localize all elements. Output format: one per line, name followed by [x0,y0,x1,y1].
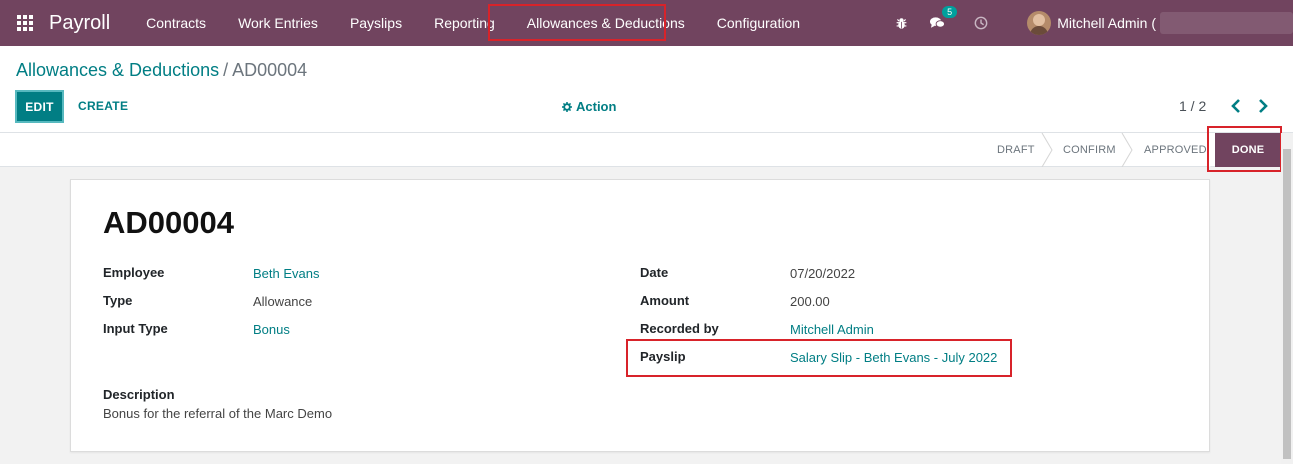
gear-icon [562,101,572,112]
top-navbar: Payroll Contracts Work Entries Payslips … [0,0,1293,46]
status-bar: DRAFT CONFIRM APPROVED DONE [0,133,1281,167]
stage-done[interactable]: DONE [1215,133,1281,167]
amount-value: 200.00 [790,294,830,309]
app-title[interactable]: Payroll [49,12,110,35]
menu-allowances-deductions[interactable]: Allowances & Deductions [511,0,701,46]
menu-contracts[interactable]: Contracts [130,0,222,46]
user-avatar[interactable] [1027,11,1052,35]
user-company-redacted [1160,12,1293,34]
description-label: Description [103,387,175,402]
stage-separator [1041,133,1053,167]
action-label: Action [576,99,617,114]
user-name[interactable]: Mitchell Admin ( [1057,15,1156,31]
date-value: 07/20/2022 [790,266,856,281]
menu-reporting[interactable]: Reporting [418,0,511,46]
menu-payslips[interactable]: Payslips [334,0,418,46]
control-panel: Allowances & Deductions / AD00004 EDIT CRE… [0,46,1293,133]
clock-icon[interactable] [973,15,989,31]
record-sheet: AD00004 Employee Beth Evans Type Allowan… [70,179,1210,452]
chat-icon[interactable]: 5 [929,6,958,31]
menu-configuration[interactable]: Configuration [701,0,816,46]
bug-icon[interactable] [893,15,909,31]
create-button[interactable]: CREATE [78,99,128,113]
employee-label: Employee [103,265,165,280]
scrollbar[interactable] [1281,133,1293,464]
payslip-value[interactable]: Salary Slip - Beth Evans - July 2022 [790,350,997,365]
stage-draft[interactable]: DRAFT [997,133,1035,167]
breadcrumb-separator: / [223,60,229,80]
recorded-by-value[interactable]: Mitchell Admin [790,322,874,337]
chevron-right-icon[interactable] [1256,98,1270,114]
action-menu-button[interactable]: Action [562,99,616,114]
date-label: Date [640,265,669,280]
stage-approved[interactable]: APPROVED [1144,133,1207,167]
chevron-left-icon[interactable] [1229,98,1243,114]
pager-value[interactable]: 1 / 2 [1179,98,1206,114]
record-title: AD00004 [103,205,234,240]
breadcrumb: Allowances & Deductions / AD00004 [16,60,307,81]
input-type-label: Input Type [103,321,168,336]
stage-confirm[interactable]: CONFIRM [1063,133,1116,167]
employee-value[interactable]: Beth Evans [253,266,320,281]
messages-count-badge: 5 [942,6,958,18]
type-value: Allowance [253,294,313,309]
description-value: Bonus for the referral of the Marc Demo [103,406,333,421]
breadcrumb-current: AD00004 [232,60,308,80]
stage-separator [1121,133,1133,167]
amount-label: Amount [640,293,690,308]
apps-grid-icon[interactable] [17,15,33,31]
payslip-label: Payslip [640,349,686,364]
edit-button[interactable]: EDIT [15,90,64,123]
scrollbar-thumb[interactable] [1283,149,1291,459]
type-label: Type [103,293,133,308]
breadcrumb-parent[interactable]: Allowances & Deductions [16,60,219,80]
menu-work-entries[interactable]: Work Entries [222,0,334,46]
recorded-by-label: Recorded by [640,321,719,336]
input-type-value[interactable]: Bonus [253,322,290,337]
